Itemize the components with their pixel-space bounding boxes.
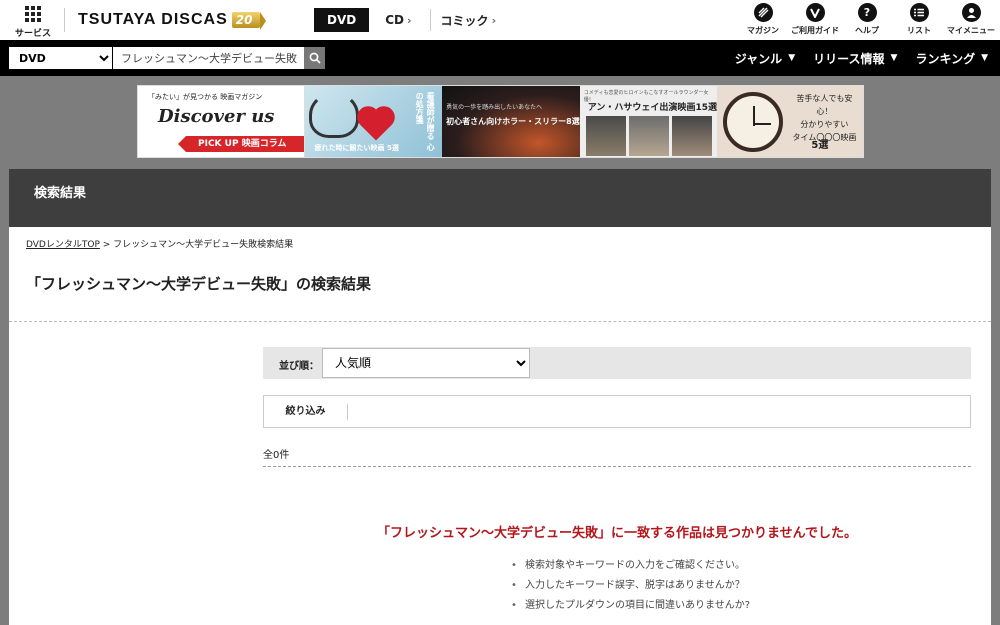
list-icon [909,3,929,22]
help-icon: ? [857,3,877,22]
util-list[interactable]: リスト [894,3,944,39]
banner-horror-column[interactable]: 勇気の一歩を踏み出したいあなたへ 初心者さん向けホラー・スリラー8選 [442,86,580,157]
nav-genre[interactable]: ジャンル ▼ [735,50,795,67]
grid-menu-icon [25,6,41,22]
page-title: 「フレッシュマン～大学デビュー失敗」の検索結果 [26,275,372,293]
search-bar: DVD ジャンル ▼ リリース情報 ▼ ランキング ▼ [0,40,1000,76]
breadcrumb-current: > フレッシュマン～大学デビュー失敗検索結果 [99,240,294,250]
tab-dvd[interactable]: DVD [314,8,370,32]
banner-pickup-label: PICK UP 映画コラム [178,136,304,152]
magazine-icon [753,3,773,22]
movie-still-image [628,116,669,156]
banner-line: 苦手な人でも安心！ [796,94,853,116]
tab-comic-label: コミック [440,13,489,28]
tab-dvd-label: DVD [327,13,357,27]
nav-ranking-label: ランキング [915,51,976,66]
banner-logo-text: Discover us [158,106,275,127]
banner-discover-us[interactable]: 「みたい」が見つかる 映画マガジン Discover us PICK UP 映画… [138,86,305,157]
filter-bar: 絞り込み [263,395,971,428]
search-tips-list: 検索対象やキーワードの入力をご確認ください。 入力したキーワード誤字、脱字はあり… [509,556,750,616]
util-magazine[interactable]: マガジン [738,3,788,39]
clock-image [723,92,784,152]
movie-still-image [671,116,712,156]
category-tabs: DVD CD › コミック › [314,8,496,32]
site-logo[interactable]: TSUTAYA DISCAS 20 [78,9,267,31]
list-item: 選択したプルダウンの項目に間違いありませんか? [509,596,750,616]
util-help[interactable]: ? ヘルプ [842,3,892,39]
divider [429,9,431,31]
banner-nurse-column[interactable]: 看護師が贈る 心の処方箋 疲れた時に観たい映画 5選 [304,86,443,157]
main-nav: ジャンル ▼ リリース情報 ▼ ランキング ▼ [717,40,988,76]
divider [64,8,65,32]
anniversary-badge: 20 [231,12,267,30]
list-item: 入力したキーワード誤字、脱字はありませんか？ [509,576,750,596]
stethoscope-image [308,92,359,138]
banner-anne-hathaway-column[interactable]: コメディも恋愛のヒロインもこなすオールラウンダー女優！ アン・ハサウェイ出演映画… [579,86,718,157]
banner-line: 分かりやすい [800,120,849,129]
banner-tagline: 「みたい」が見つかる 映画マガジン [148,93,263,101]
util-guide[interactable]: ご利用ガイド [790,3,840,39]
chevron-down-icon: ▼ [981,53,988,63]
util-help-label: ヘルプ [855,26,879,35]
result-count: 全0件 [263,450,290,461]
no-results-message: 「フレッシュマン～大学デビュー失敗」に一致する作品は見つかりませんでした。 [377,526,857,541]
banner-vertical-text: 看護師が贈る 心の処方箋 [415,92,436,151]
nav-ranking[interactable]: ランキング ▼ [915,50,988,67]
chevron-down-icon: ▼ [788,53,796,63]
logo-text: TSUTAYA DISCAS [78,11,228,28]
sort-order-select[interactable]: 人気順 [322,348,530,378]
magazine-banner-strip: 「みたい」が見つかる 映画マガジン Discover us PICK UP 映画… [137,85,864,158]
tab-cd-label: CD [385,13,404,27]
divider [263,466,971,467]
breadcrumb-home-link[interactable]: DVDレンタルTOP [26,240,100,250]
banner-caption: 初心者さん向けホラー・スリラー8選 [446,117,580,126]
sort-bar: 並び順： 人気順 [263,347,971,379]
tab-comic[interactable]: コミック › [441,8,497,32]
search-button[interactable] [304,47,325,69]
util-list-label: リスト [907,26,931,35]
banner-caption: 疲れた時に観たい映画 5選 [314,144,399,152]
search-icon [309,52,321,64]
guide-icon [805,3,825,22]
util-mymenu[interactable]: マイメニュー [946,3,996,39]
breadcrumb: DVDレンタルTOP > フレッシュマン～大学デビュー失敗検索結果 [26,237,293,250]
util-magazine-label: マガジン [747,26,779,35]
chevron-down-icon: ▼ [890,53,898,63]
search-input[interactable] [113,47,304,69]
tab-cd[interactable]: CD › [385,8,411,32]
util-mymenu-label: マイメニュー [947,26,995,35]
heart-image [359,109,392,141]
nav-release-label: リリース情報 [813,51,885,66]
chevron-right-icon: › [491,13,497,27]
top-header: サービス TSUTAYA DISCAS 20 DVD CD › コミック › マ… [0,0,1000,40]
filter-button[interactable]: 絞り込み [264,404,348,420]
chevron-right-icon: › [407,13,412,27]
divider [9,321,991,322]
panel-title: 検索結果 [9,169,991,227]
list-item: 検索対象やキーワードの入力をご確認ください。 [509,556,750,576]
sort-label: 並び順： [279,361,319,372]
services-label: サービス [14,29,51,39]
banner-time-movie-column[interactable]: 苦手な人でも安心！ 分かりやすい タイム〇〇〇映画 5選 [717,86,864,157]
utility-nav: マガジン ご利用ガイド ? ヘルプ リスト マイメニュー [736,3,996,39]
util-guide-label: ご利用ガイド [791,26,839,35]
services-menu-button[interactable]: サービス [10,4,56,39]
banner-caption: アン・ハサウェイ出演映画15選 [587,103,717,113]
banner-subcaption: 勇気の一歩を踏み出したいあなたへ [446,104,543,111]
user-icon [961,3,981,22]
nav-release[interactable]: リリース情報 ▼ [813,50,897,67]
nav-genre-label: ジャンル [734,51,783,66]
movie-still-image [585,116,626,156]
search-results-panel: 検索結果 DVDレンタルTOP > フレッシュマン～大学デビュー失敗検索結果 「… [9,169,991,625]
banner-count: 5選 [811,140,829,151]
media-type-select[interactable]: DVD [9,47,112,69]
